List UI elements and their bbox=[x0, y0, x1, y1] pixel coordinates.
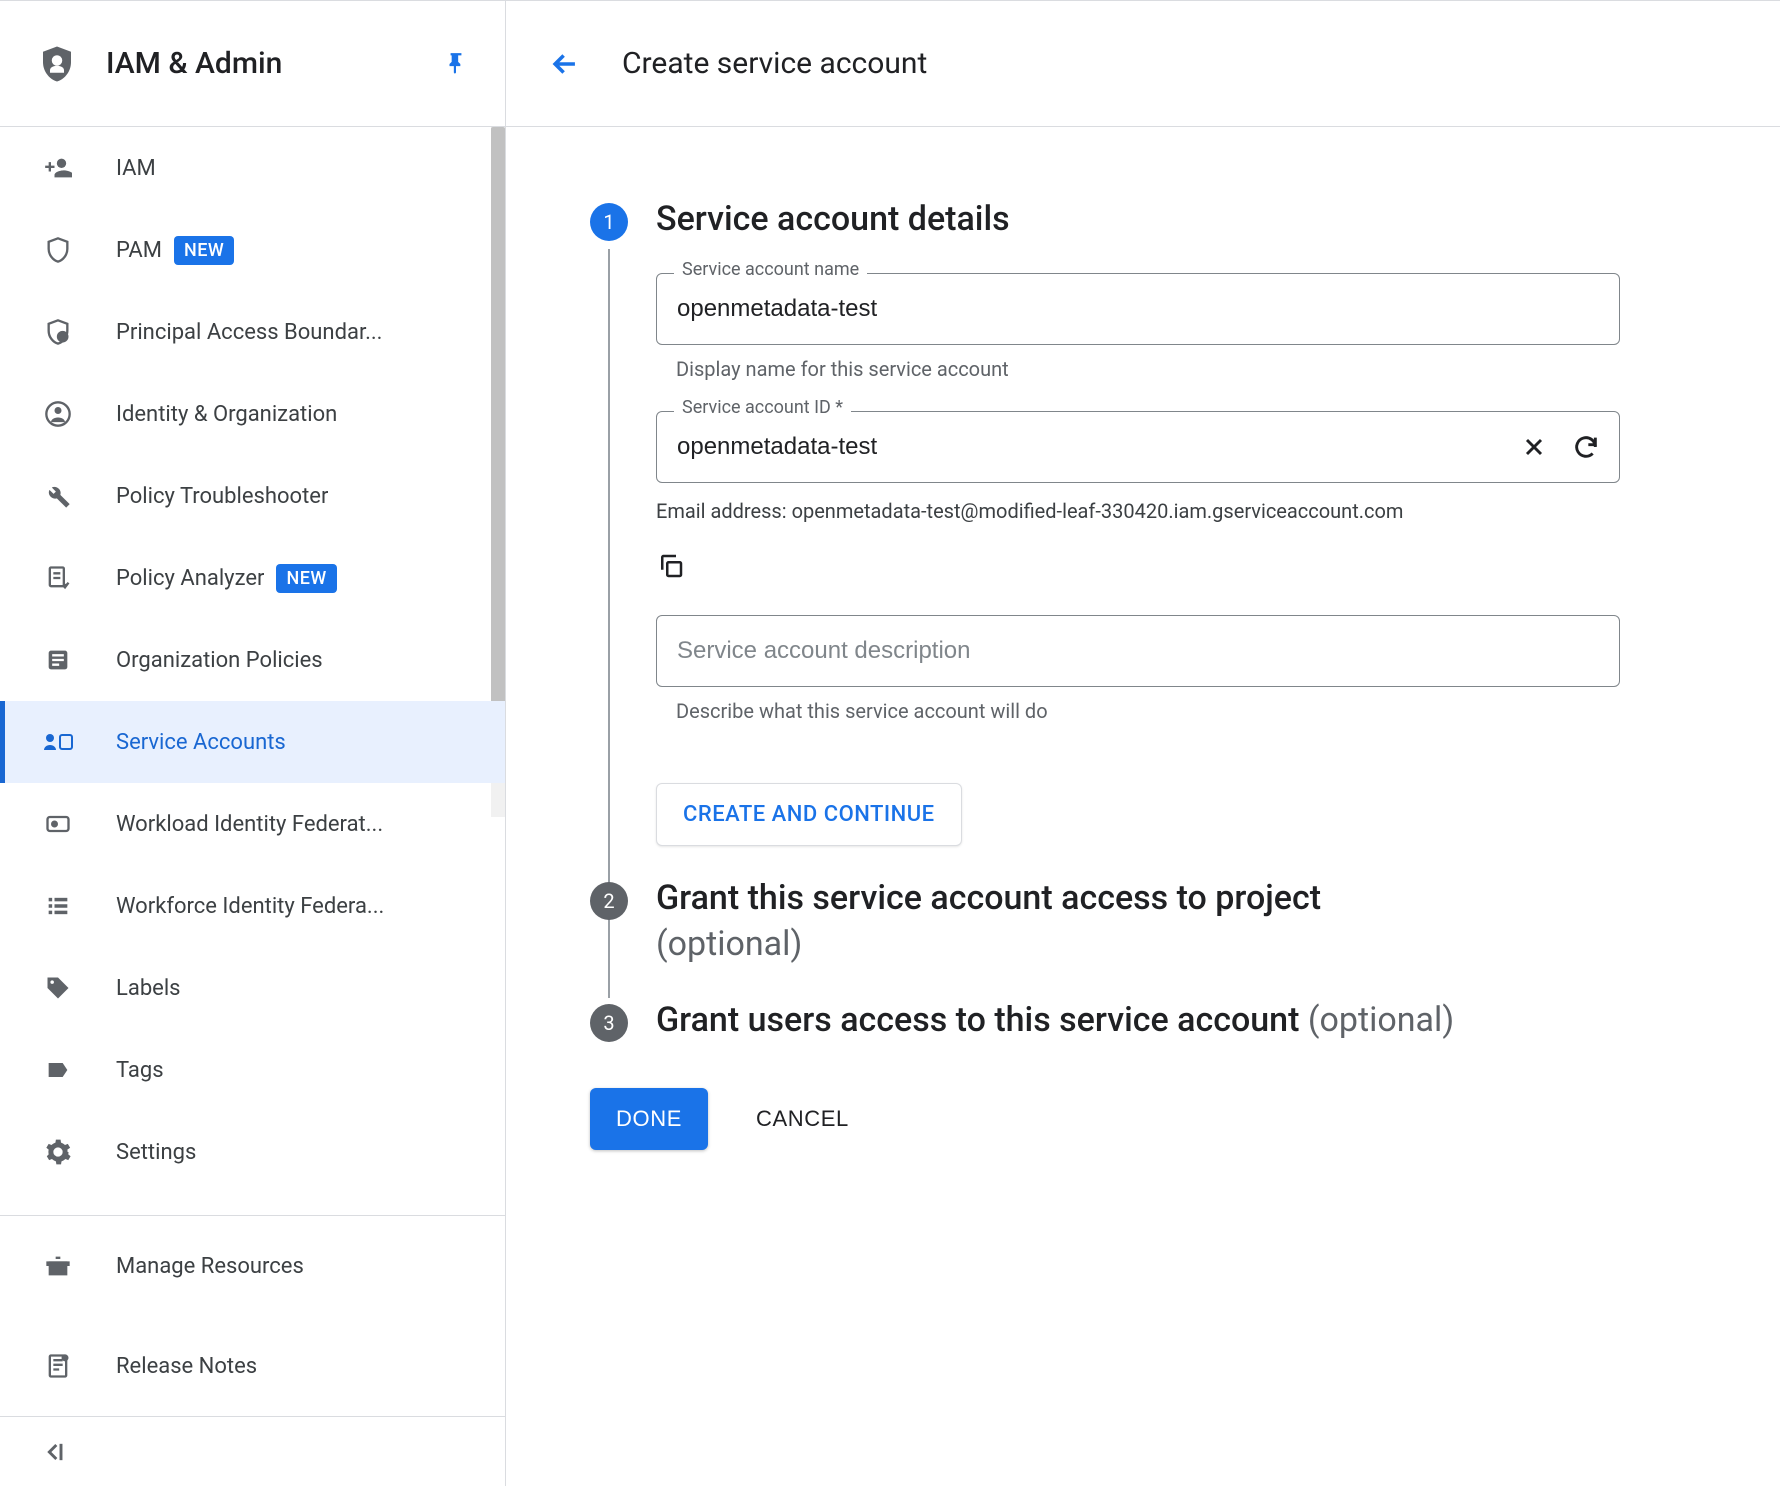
sidebar-title: IAM & Admin bbox=[106, 46, 443, 81]
service-account-id-input[interactable] bbox=[656, 411, 1620, 483]
sidebar-item-label: Policy Troubleshooter bbox=[116, 484, 328, 509]
sidebar-item-tags[interactable]: Tags bbox=[0, 1029, 505, 1111]
sidebar-item-principal-access-boundary[interactable]: Principal Access Boundar... bbox=[0, 291, 505, 373]
sidebar-item-label: Organization Policies bbox=[116, 648, 323, 673]
document-check-icon bbox=[40, 564, 76, 592]
sidebar-item-iam[interactable]: IAM bbox=[0, 127, 505, 209]
sidebar-item-label: Tags bbox=[116, 1058, 164, 1083]
sidebar-item-manage-resources[interactable]: Manage Resources bbox=[0, 1216, 505, 1316]
sidebar-item-label: IAM bbox=[116, 156, 156, 181]
sidebar-collapse-toggle[interactable] bbox=[0, 1416, 505, 1486]
step-1-title: Service account details bbox=[656, 197, 1696, 243]
stepper-line bbox=[608, 928, 610, 998]
step-1: 1 Service account details Service accoun… bbox=[590, 197, 1696, 846]
sidebar-item-organization-policies[interactable]: Organization Policies bbox=[0, 619, 505, 701]
new-badge: NEW bbox=[276, 564, 336, 593]
new-badge: NEW bbox=[174, 236, 234, 265]
step-3-title: Grant users access to this service accou… bbox=[656, 998, 1696, 1044]
cancel-button[interactable]: CANCEL bbox=[756, 1106, 849, 1132]
sidebar: IAM & Admin IAM PAM NEW bbox=[0, 1, 506, 1486]
sidebar-item-label: Workforce Identity Federa... bbox=[116, 894, 384, 919]
sidebar-item-labels[interactable]: Labels bbox=[0, 947, 505, 1029]
service-account-name-input[interactable] bbox=[656, 273, 1620, 345]
briefcase-icon bbox=[40, 1252, 76, 1280]
label-icon bbox=[40, 1056, 76, 1084]
back-button[interactable] bbox=[548, 47, 582, 81]
sidebar-item-identity-organization[interactable]: Identity & Organization bbox=[0, 373, 505, 455]
sidebar-item-label: Workload Identity Federat... bbox=[116, 812, 383, 837]
sidebar-item-label: PAM bbox=[116, 238, 162, 263]
pin-icon[interactable] bbox=[443, 51, 469, 77]
tag-icon bbox=[40, 974, 76, 1002]
sidebar-item-label: Settings bbox=[116, 1140, 196, 1165]
main: Create service account 1 Service account… bbox=[506, 1, 1780, 1486]
step-number-2: 2 bbox=[590, 882, 628, 920]
step-2[interactable]: 2 Grant this service account access to p… bbox=[590, 876, 1696, 968]
sidebar-item-release-notes[interactable]: Release Notes bbox=[0, 1316, 505, 1416]
service-account-email: Email address: openmetadata-test@modifie… bbox=[656, 499, 1696, 523]
list-icon bbox=[40, 892, 76, 920]
card-account-icon bbox=[40, 810, 76, 838]
sidebar-item-workload-identity-federation[interactable]: Workload Identity Federat... bbox=[0, 783, 505, 865]
step-number-1: 1 bbox=[590, 203, 628, 241]
service-account-name-hint: Display name for this service account bbox=[676, 357, 1696, 381]
sidebar-item-label: Policy Analyzer bbox=[116, 566, 264, 591]
main-header: Create service account bbox=[506, 1, 1780, 127]
sidebar-item-label: Service Accounts bbox=[116, 730, 286, 755]
content: 1 Service account details Service accoun… bbox=[506, 127, 1780, 1190]
step-3[interactable]: 3 Grant users access to this service acc… bbox=[590, 998, 1696, 1044]
chevron-left-icon bbox=[40, 1438, 68, 1466]
sidebar-item-label: Release Notes bbox=[116, 1354, 257, 1379]
service-account-description-hint: Describe what this service account will … bbox=[676, 699, 1696, 723]
done-button[interactable]: DONE bbox=[590, 1088, 708, 1150]
sidebar-header: IAM & Admin bbox=[0, 1, 505, 127]
service-account-name-label: Service account name bbox=[674, 259, 867, 280]
page-title: Create service account bbox=[622, 46, 927, 81]
clear-id-button[interactable] bbox=[1520, 433, 1548, 461]
step-2-title: Grant this service account access to pro… bbox=[656, 876, 1696, 968]
sidebar-item-pam[interactable]: PAM NEW bbox=[0, 209, 505, 291]
service-account-id-label: Service account ID * bbox=[674, 397, 851, 418]
create-and-continue-button[interactable]: CREATE AND CONTINUE bbox=[656, 783, 962, 846]
sidebar-item-label: Manage Resources bbox=[116, 1254, 304, 1279]
sidebar-footer: Manage Resources Release Notes bbox=[0, 1215, 505, 1416]
wrench-icon bbox=[40, 482, 76, 510]
article-icon bbox=[40, 646, 76, 674]
notes-icon bbox=[40, 1352, 76, 1380]
shield-lock-icon bbox=[40, 318, 76, 346]
step-number-3: 3 bbox=[590, 1004, 628, 1042]
service-account-description-input[interactable] bbox=[656, 615, 1620, 687]
form-actions: DONE CANCEL bbox=[590, 1088, 1696, 1150]
copy-email-button[interactable] bbox=[656, 551, 686, 581]
shield-outline-icon bbox=[40, 236, 76, 264]
sidebar-item-label: Labels bbox=[116, 976, 181, 1001]
sidebar-item-policy-troubleshooter[interactable]: Policy Troubleshooter bbox=[0, 455, 505, 537]
service-account-icon bbox=[40, 732, 76, 752]
person-circle-icon bbox=[40, 400, 76, 428]
stepper-line bbox=[608, 249, 610, 969]
iam-admin-shield-icon bbox=[36, 39, 78, 89]
sidebar-nav: IAM PAM NEW Principal Access Boundar... bbox=[0, 127, 505, 1215]
gear-icon bbox=[40, 1138, 76, 1166]
sidebar-item-workforce-identity-federation[interactable]: Workforce Identity Federa... bbox=[0, 865, 505, 947]
sidebar-item-service-accounts[interactable]: Service Accounts bbox=[0, 701, 505, 783]
person-add-icon bbox=[40, 154, 76, 182]
sidebar-item-policy-analyzer[interactable]: Policy Analyzer NEW bbox=[0, 537, 505, 619]
sidebar-item-label: Principal Access Boundar... bbox=[116, 320, 382, 345]
regenerate-id-button[interactable] bbox=[1572, 433, 1600, 461]
sidebar-item-label: Identity & Organization bbox=[116, 402, 337, 427]
sidebar-item-settings[interactable]: Settings bbox=[0, 1111, 505, 1193]
